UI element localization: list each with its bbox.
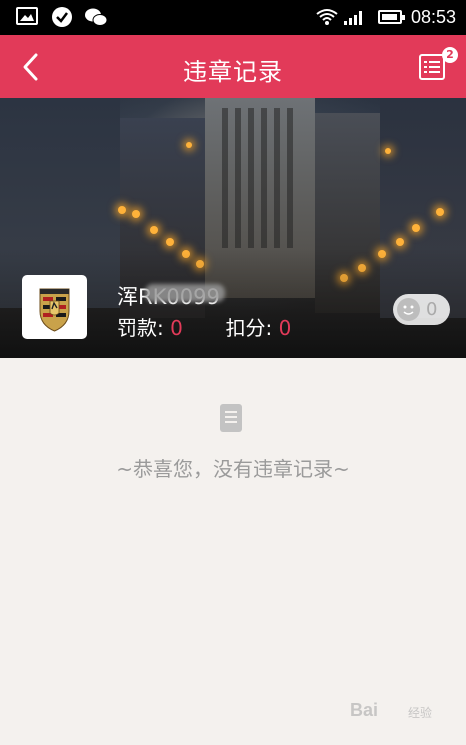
- notification-badge: 2: [442, 47, 458, 63]
- fine-value: 0: [170, 316, 183, 340]
- smiley-icon: [397, 298, 420, 321]
- like-button[interactable]: 0: [393, 294, 450, 325]
- points-value: 0: [278, 316, 292, 340]
- street-light: [150, 226, 158, 234]
- street-light: [436, 208, 444, 216]
- fine-label: 罚款:: [117, 316, 164, 340]
- watermark-text: Bai: [350, 700, 379, 720]
- empty-state-message: ~恭喜您，没有违章记录~: [116, 457, 350, 481]
- battery-icon: [378, 10, 405, 24]
- street-light: [186, 142, 192, 148]
- document-icon: [220, 404, 242, 432]
- status-bar: 08:53: [0, 0, 466, 35]
- wechat-icon: [84, 7, 108, 27]
- wifi-icon: [316, 8, 338, 26]
- street-light: [385, 148, 391, 154]
- street-light: [132, 210, 140, 218]
- building-center-windows: [222, 108, 300, 248]
- porsche-logo: [39, 288, 70, 332]
- app-header: 违章记录 2: [0, 35, 466, 98]
- check-circle-icon: [52, 7, 72, 27]
- like-count: 0: [426, 299, 438, 320]
- plate-redaction: [145, 284, 225, 302]
- page-title: 违章记录: [183, 58, 283, 86]
- watermark-sub: 经验: [408, 706, 433, 720]
- street-light: [166, 238, 174, 246]
- street-light: [396, 238, 404, 246]
- signal-icon: [344, 9, 366, 25]
- gallery-icon: [16, 7, 38, 25]
- street-light: [412, 224, 420, 232]
- records-menu-button[interactable]: 2: [416, 47, 458, 85]
- status-time: 08:53: [410, 7, 456, 27]
- car-logo[interactable]: [22, 275, 87, 339]
- street-light: [118, 206, 126, 214]
- points-label: 扣分:: [225, 316, 273, 340]
- fines-summary: 罚款: 0 扣分: 0: [117, 312, 291, 341]
- baidu-watermark: Bai 经验: [350, 696, 440, 726]
